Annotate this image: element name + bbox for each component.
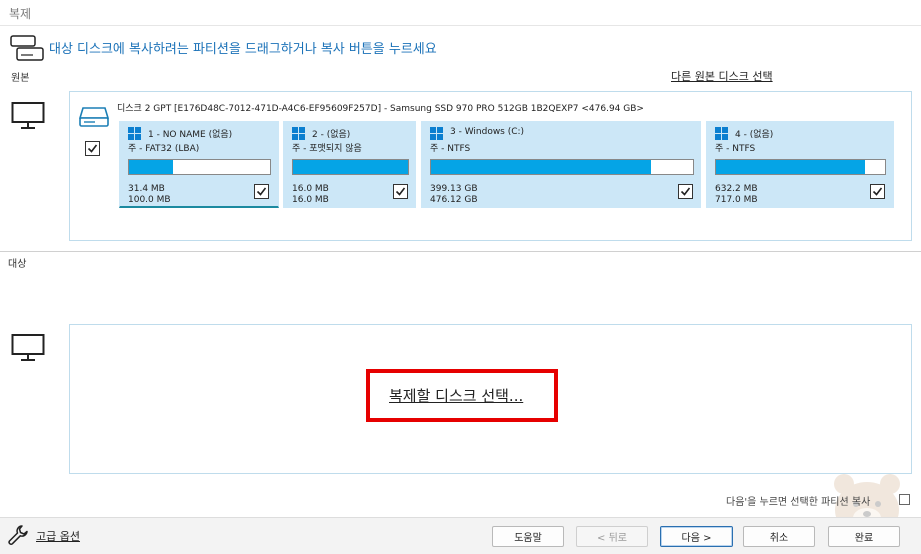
advanced-options-link[interactable]: 고급 옵션 <box>36 528 80 544</box>
partition-name: 4 - (없음) <box>735 130 774 140</box>
partition-checkbox[interactable] <box>870 184 885 199</box>
partition-filesystem: 주 - 포맷되지 않음 <box>292 144 362 154</box>
partition-4[interactable]: 4 - (없음) 주 - NTFS 632.2 MB 717.0 MB <box>706 121 894 208</box>
partition-filesystem: 주 - NTFS <box>430 144 471 154</box>
windows-icon <box>715 127 728 140</box>
windows-icon <box>128 127 141 140</box>
partition-usage-fill <box>129 160 173 174</box>
windows-icon <box>292 127 305 140</box>
source-monitor-icon <box>11 101 45 131</box>
partition-total: 717.0 MB <box>715 195 758 205</box>
partition-filesystem: 주 - FAT32 (LBA) <box>128 144 200 154</box>
partition-used: 399.13 GB <box>430 184 478 194</box>
partition-filesystem: 주 - NTFS <box>715 144 756 154</box>
wrench-icon[interactable] <box>7 524 29 546</box>
clone-disk-icon <box>9 34 45 64</box>
copy-note-checkbox[interactable] <box>899 494 910 505</box>
partition-checkbox[interactable] <box>254 184 269 199</box>
target-label: 대상 <box>8 259 27 270</box>
partition-name: 1 - NO NAME (없음) <box>148 130 233 140</box>
partition-total: 476.12 GB <box>430 195 478 205</box>
hard-drive-icon <box>78 104 110 128</box>
next-button[interactable]: 다음 > <box>660 526 733 547</box>
partition-name: 2 - (없음) <box>312 130 351 140</box>
partition-checkbox[interactable] <box>393 184 408 199</box>
partition-usage-bar <box>715 159 886 175</box>
partition-usage-fill <box>293 160 408 174</box>
finish-button[interactable]: 완료 <box>828 526 900 547</box>
cancel-button[interactable]: 취소 <box>743 526 815 547</box>
partition-2[interactable]: 2 - (없음) 주 - 포맷되지 않음 16.0 MB 16.0 MB <box>283 121 416 208</box>
partition-used: 16.0 MB <box>292 184 329 194</box>
partition-3[interactable]: 3 - Windows (C:) 주 - NTFS 399.13 GB 476.… <box>421 121 701 208</box>
partition-used: 31.4 MB <box>128 184 165 194</box>
select-other-source-link[interactable]: 다른 원본 디스크 선택 <box>671 68 773 84</box>
source-label: 원본 <box>11 73 30 84</box>
target-monitor-icon <box>11 333 45 363</box>
section-divider <box>0 251 921 252</box>
partition-used: 632.2 MB <box>715 184 758 194</box>
partition-usage-fill <box>431 160 652 174</box>
partition-total: 16.0 MB <box>292 195 329 205</box>
back-button[interactable]: < 뒤로 <box>576 526 648 547</box>
disk-title: 디스크 2 GPT [E176D48C-7012-471D-A4C6-EF956… <box>117 104 644 114</box>
partition-usage-bar <box>430 159 694 175</box>
partition-usage-bar <box>128 159 271 175</box>
partition-usage-bar <box>292 159 409 175</box>
instruction-text: 대상 디스크에 복사하려는 파티션을 드래그하거나 복사 버튼을 누르세요 <box>49 42 437 57</box>
title-bar: 복제 <box>0 0 921 26</box>
highlight-box <box>366 369 558 422</box>
partition-checkbox[interactable] <box>678 184 693 199</box>
disk-checkbox[interactable] <box>85 141 100 156</box>
copy-note: 다음'을 누르면 선택한 파티션 복사 <box>726 497 871 508</box>
partition-1[interactable]: 1 - NO NAME (없음) 주 - FAT32 (LBA) 31.4 MB… <box>119 121 279 208</box>
help-button[interactable]: 도움말 <box>492 526 564 547</box>
partition-name: 3 - Windows (C:) <box>450 127 525 137</box>
partition-usage-fill <box>716 160 865 174</box>
window-title: 복제 <box>9 7 32 21</box>
windows-icon <box>430 127 443 140</box>
partition-total: 100.0 MB <box>128 195 171 205</box>
